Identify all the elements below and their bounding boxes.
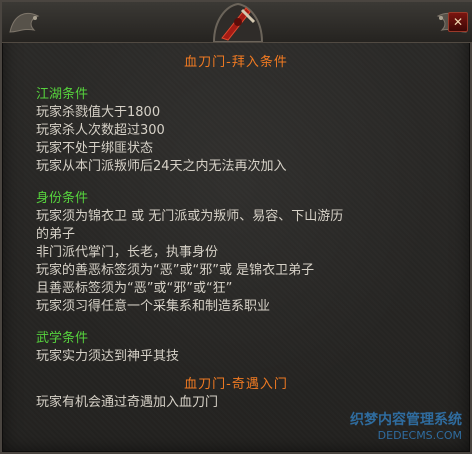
identity-line: 玩家的善恶标签须为“恶”或“邪”或 是锦衣卫弟子 <box>36 263 315 278</box>
conditions-content: 血刀门-拜入条件 江湖条件 玩家杀戮值大于1800 玩家杀人次数超过300 玩家… <box>36 54 456 412</box>
join-conditions-panel: ✕ 血刀门-拜入条件 江湖条件 玩家杀戮值大于1800 玩家杀人次数超过300 … <box>0 0 472 454</box>
identity-line: 玩家须为锦衣卫 或 无门派或为叛师、易容、下山游历 <box>36 209 344 224</box>
jianghu-line: 玩家从本门派叛师后24天之内无法再次加入 <box>36 159 287 174</box>
join-title: 血刀门-拜入条件 <box>184 55 288 70</box>
jianghu-line: 玩家杀戮值大于1800 <box>36 105 161 120</box>
jianghu-line: 玩家杀人次数超过300 <box>36 123 165 138</box>
identity-conditions-title: 身份条件 <box>36 191 89 206</box>
encounter-title: 血刀门-奇遇入门 <box>184 377 288 392</box>
site-watermark: 织梦内容管理系统 DEDECMS.COM <box>350 409 462 442</box>
martial-conditions-title: 武学条件 <box>36 331 89 346</box>
dragon-ornament-left-icon <box>4 2 52 42</box>
panel-header: ✕ <box>2 2 472 43</box>
identity-line: 非门派代掌门，长老，执事身份 <box>36 245 219 260</box>
identity-line: 的弟子 <box>36 227 76 242</box>
jianghu-line: 玩家不处于绑匪状态 <box>36 141 154 156</box>
watermark-line1: 织梦内容管理系统 <box>350 412 462 428</box>
bloodblade-emblem-icon <box>206 2 270 43</box>
identity-line: 玩家须习得任意一个采集系和制造系职业 <box>36 299 271 314</box>
jianghu-conditions-title: 江湖条件 <box>36 87 89 102</box>
martial-line: 玩家实力须达到神乎其技 <box>36 349 180 364</box>
identity-line: 且善恶标签须为“恶”或“邪”或“狂” <box>36 281 233 296</box>
close-button[interactable]: ✕ <box>448 12 468 32</box>
close-icon: ✕ <box>452 15 464 29</box>
watermark-line2: DEDECMS.COM <box>377 429 462 442</box>
